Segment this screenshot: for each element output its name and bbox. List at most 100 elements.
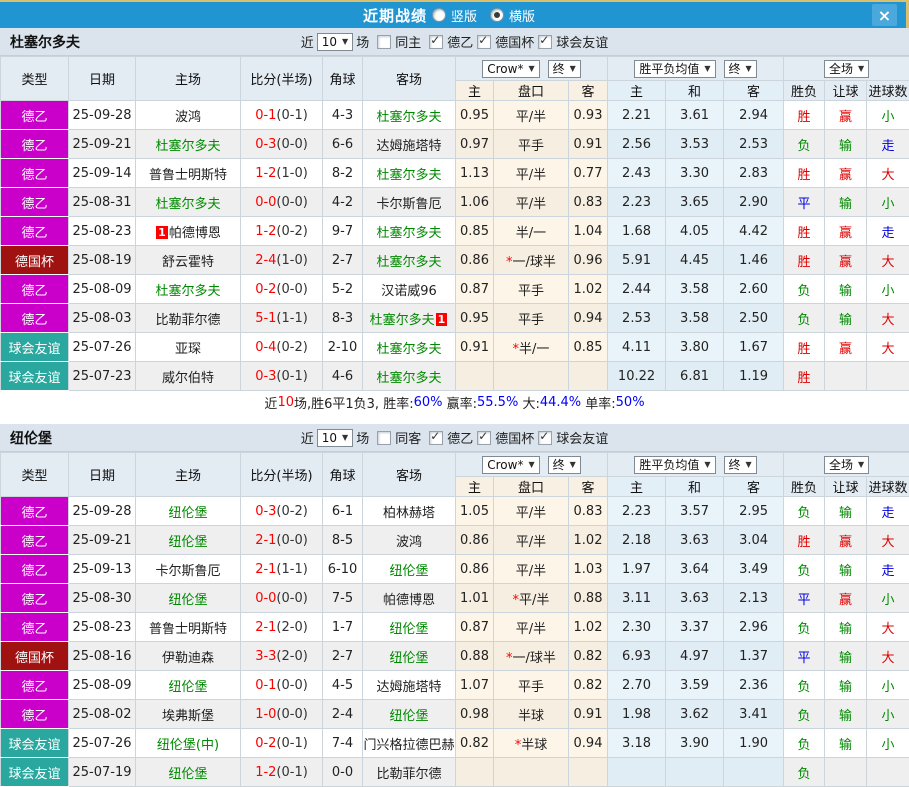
odds-home-cell: 1.05 xyxy=(456,497,494,526)
mean-home-cell: 2.21 xyxy=(608,101,666,130)
bookmaker-select[interactable]: Crow* xyxy=(482,456,539,474)
league-friendly-checkbox[interactable] xyxy=(538,35,552,49)
mean-home-cell: 1.98 xyxy=(608,700,666,729)
match-count-select[interactable]: 10 xyxy=(317,429,353,447)
match-row: 德乙 25-08-31 杜塞尔多夫 0-0(0-0) 4-2 卡尔斯鲁厄 1.0… xyxy=(1,188,909,217)
away-team-cell: 达姆施塔特 xyxy=(363,671,456,700)
mean-away-cell: 1.19 xyxy=(724,362,784,391)
date-cell: 25-09-21 xyxy=(69,130,136,159)
away-team-cell: 杜塞尔多夫 xyxy=(363,159,456,188)
filter-bar: 近 10 场 同主 德乙 德国杯 球会友谊 xyxy=(301,32,609,51)
goals-result-cell: 小 xyxy=(867,700,909,729)
league-cup-checkbox[interactable] xyxy=(477,431,491,445)
horizontal-layout-radio[interactable] xyxy=(490,8,504,22)
odds-time-select[interactable]: 终 xyxy=(548,60,581,78)
red-card-badge: 1 xyxy=(156,226,168,239)
scope-select[interactable]: 全场 xyxy=(824,60,869,78)
league-de2-checkbox[interactable] xyxy=(429,35,443,49)
corner-cell: 8-2 xyxy=(323,159,363,188)
home-team-cell: 纽伦堡(中) xyxy=(136,729,241,758)
away-team-name: 纽伦堡 xyxy=(389,651,428,666)
subcol-result: 胜负 xyxy=(784,477,825,497)
odds-away-cell: 0.91 xyxy=(569,130,608,159)
corner-cell: 6-6 xyxy=(323,130,363,159)
league-cell: 球会友谊 xyxy=(1,333,69,362)
away-team-cell: 纽伦堡 xyxy=(363,642,456,671)
same-venue-checkbox[interactable] xyxy=(377,431,391,445)
league-friendly-checkbox[interactable] xyxy=(538,431,552,445)
result-cell: 负 xyxy=(784,555,825,584)
handicap-result-cell: 输 xyxy=(825,188,867,217)
mean-draw-cell: 3.53 xyxy=(666,130,724,159)
away-team-cell: 杜塞尔多夫 xyxy=(363,333,456,362)
mean-type-select[interactable]: 胜平负均值 xyxy=(634,60,715,78)
match-row: 德乙 25-09-21 杜塞尔多夫 0-3(0-0) 6-6 达姆施塔特 0.9… xyxy=(1,130,909,159)
home-team-cell: 比勒菲尔德 xyxy=(136,304,241,333)
home-team-cell: 卡尔斯鲁厄 xyxy=(136,555,241,584)
vertical-layout-radio[interactable] xyxy=(432,8,446,22)
away-team-cell: 杜塞尔多夫 xyxy=(363,101,456,130)
mean-draw-cell: 3.59 xyxy=(666,671,724,700)
summary-text: 大: xyxy=(518,393,540,412)
date-cell: 25-08-02 xyxy=(69,700,136,729)
handicap-cell: 半球 xyxy=(494,700,569,729)
scope-select[interactable]: 全场 xyxy=(824,456,869,474)
mean-time-select[interactable]: 终 xyxy=(724,456,757,474)
date-cell: 25-09-14 xyxy=(69,159,136,188)
league-friendly-label: 球会友谊 xyxy=(556,32,608,51)
league-de2-checkbox[interactable] xyxy=(429,431,443,445)
away-team-name: 达姆施塔特 xyxy=(376,680,441,695)
subcol-mean-home: 主 xyxy=(608,81,666,101)
goals-result-cell: 大 xyxy=(867,159,909,188)
odds-away-cell: 0.85 xyxy=(569,333,608,362)
corner-cell: 8-5 xyxy=(323,526,363,555)
home-team-name: 杜塞尔多夫 xyxy=(155,284,220,299)
score-cell: 0-0(0-0) xyxy=(241,188,323,217)
home-team-cell: 纽伦堡 xyxy=(136,497,241,526)
league-cup-checkbox[interactable] xyxy=(477,35,491,49)
odds-away-cell: 0.82 xyxy=(569,642,608,671)
halftime-score: (0-2) xyxy=(276,340,307,355)
odds-time-select[interactable]: 终 xyxy=(548,456,581,474)
horizontal-layout-label[interactable]: 横版 xyxy=(509,6,535,25)
date-cell: 25-08-09 xyxy=(69,275,136,304)
league-de2-label: 德乙 xyxy=(447,32,473,51)
mean-away-cell: 2.90 xyxy=(724,188,784,217)
home-team-cell: 舒云霍特 xyxy=(136,246,241,275)
match-row: 德国杯 25-08-16 伊勒迪森 3-3(2-0) 2-7 纽伦堡 0.88 … xyxy=(1,642,909,671)
fulltime-score: 1-2 xyxy=(255,224,276,239)
handicap-result-cell: 赢 xyxy=(825,159,867,188)
away-team-cell: 比勒菲尔德 xyxy=(363,758,456,787)
league-cell: 德乙 xyxy=(1,188,69,217)
mean-type-select[interactable]: 胜平负均值 xyxy=(634,456,715,474)
away-team-name: 杜塞尔多夫 xyxy=(376,255,441,270)
bookmaker-select[interactable]: Crow* xyxy=(482,60,539,78)
handicap-cell: 平/半 xyxy=(494,555,569,584)
halftime-score: (0-2) xyxy=(276,504,307,519)
league-cell: 球会友谊 xyxy=(1,729,69,758)
odds-away-cell: 0.91 xyxy=(569,700,608,729)
away-team-name: 卡尔斯鲁厄 xyxy=(376,197,441,212)
close-icon[interactable]: × xyxy=(872,4,897,26)
league-cell: 德乙 xyxy=(1,555,69,584)
mean-time-select[interactable]: 终 xyxy=(724,60,757,78)
halftime-score: (0-1) xyxy=(276,108,307,123)
result-cell: 负 xyxy=(784,700,825,729)
match-count-select[interactable]: 10 xyxy=(317,33,353,51)
result-cell: 平 xyxy=(784,642,825,671)
unit-label: 场 xyxy=(356,32,369,51)
fulltime-score: 0-2 xyxy=(255,736,276,751)
goals-result-cell: 走 xyxy=(867,217,909,246)
mean-away-cell: 3.04 xyxy=(724,526,784,555)
summary-text: 近 xyxy=(264,393,277,412)
away-team-name: 杜塞尔多夫 xyxy=(370,313,435,328)
vertical-layout-label[interactable]: 竖版 xyxy=(451,6,477,25)
fulltime-score: 5-1 xyxy=(255,311,276,326)
corner-cell: 8-3 xyxy=(323,304,363,333)
league-cell: 德国杯 xyxy=(1,246,69,275)
mean-draw-cell: 3.30 xyxy=(666,159,724,188)
result-cell: 胜 xyxy=(784,159,825,188)
same-venue-checkbox[interactable] xyxy=(377,35,391,49)
subcol-handicap: 盘口 xyxy=(494,81,569,101)
league-cell: 德乙 xyxy=(1,700,69,729)
